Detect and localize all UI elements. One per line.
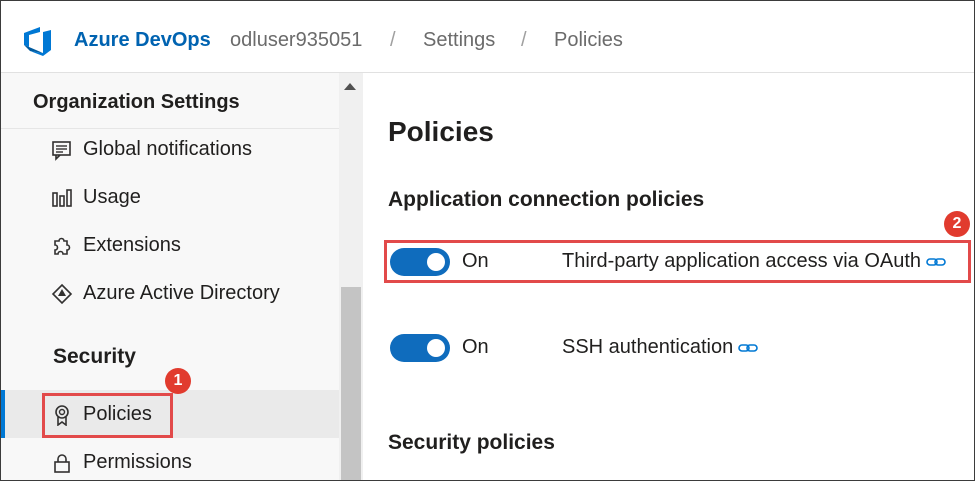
sidebar-item-label: Usage <box>83 186 141 208</box>
highlight-box-oauth-policy <box>384 240 971 283</box>
sidebar-scrollbar[interactable] <box>339 73 363 480</box>
breadcrumb-policies[interactable]: Policies <box>554 29 623 52</box>
annotation-badge: 2 <box>944 211 970 237</box>
sidebar-item-global-notifications[interactable]: Global notifications <box>1 125 339 173</box>
azure-devops-logo-icon[interactable] <box>21 24 53 56</box>
scrollbar-thumb[interactable] <box>341 287 361 480</box>
usage-chart-icon <box>52 189 72 207</box>
brand-name[interactable]: Azure DevOps <box>74 29 211 52</box>
sidebar-item-label: Azure Active Directory <box>83 282 280 304</box>
section-heading-application-connection: Application connection policies <box>388 188 705 211</box>
sidebar-item-label: Extensions <box>83 234 181 256</box>
breadcrumb-organization[interactable]: odluser935051 <box>230 29 362 52</box>
page-title: Policies <box>388 116 494 147</box>
lock-icon <box>54 454 70 473</box>
puzzle-icon <box>54 237 71 255</box>
toggle-knob <box>427 339 445 357</box>
sidebar-item-label: Permissions <box>83 451 192 473</box>
breadcrumb-separator: / <box>521 29 527 51</box>
section-heading-security-policies: Security policies <box>388 431 555 454</box>
app-window: Azure DevOps odluser935051 / Settings / … <box>0 0 975 481</box>
sidebar-item-usage[interactable]: Usage <box>1 173 339 221</box>
link-icon[interactable] <box>738 341 759 355</box>
scroll-up-arrow-icon[interactable] <box>344 83 356 90</box>
sidebar-item-extensions[interactable]: Extensions <box>1 221 339 269</box>
policy-label: SSH authentication <box>562 336 759 359</box>
top-bar: Azure DevOps odluser935051 / Settings / … <box>1 1 974 73</box>
breadcrumb-separator: / <box>390 29 396 51</box>
toggle-state-label: On <box>462 336 489 358</box>
sidebar-title: Organization Settings <box>33 91 240 113</box>
annotation-badge: 1 <box>165 368 191 394</box>
sidebar-section-security: Security <box>53 345 136 368</box>
sidebar-item-permissions[interactable]: Permissions <box>1 438 339 480</box>
azure-ad-icon <box>51 283 73 305</box>
highlight-box-policies <box>42 393 173 438</box>
policy-row-ssh: On SSH authentication <box>390 329 970 369</box>
active-indicator <box>1 390 5 438</box>
ssh-toggle[interactable] <box>390 334 450 362</box>
sidebar-item-label: Global notifications <box>83 138 252 160</box>
breadcrumb-settings[interactable]: Settings <box>423 29 495 52</box>
sidebar-item-azure-active-directory[interactable]: Azure Active Directory <box>1 269 339 317</box>
policy-label-text: SSH authentication <box>562 336 734 358</box>
notification-icon <box>52 141 71 161</box>
